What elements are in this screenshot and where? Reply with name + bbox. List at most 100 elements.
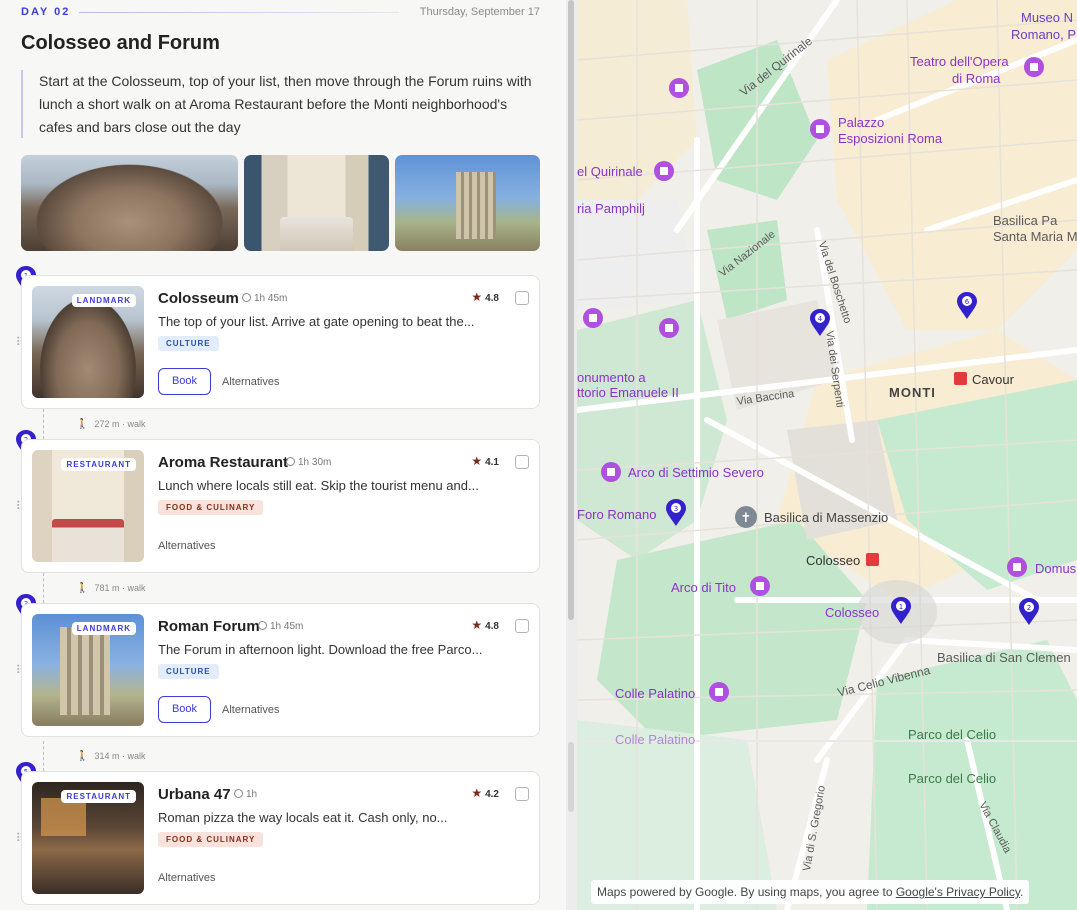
scrollbar-thumb[interactable] <box>568 0 574 620</box>
photo-forum[interactable] <box>395 155 540 251</box>
svg-text:3: 3 <box>674 505 678 513</box>
walk-segment: 🚶 314 m · walk <box>43 741 243 771</box>
metro-label: Cavour <box>972 372 1014 387</box>
map-label: Foro Romano <box>577 507 657 522</box>
map-label: Teatro dell'Opera <box>910 54 1009 69</box>
stop-badge: FOOD & CULINARY <box>158 832 264 847</box>
alternatives-link[interactable]: Alternatives <box>222 704 279 716</box>
walking-person-icon: 🚶 <box>76 583 89 594</box>
stop-card[interactable]: RESTAURANT Urbana 47 1h ★ 4.2 Roman pizza… <box>21 771 540 905</box>
clock-icon <box>286 457 295 466</box>
stop-title[interactable]: Urbana 47 <box>158 786 231 803</box>
stop-checkbox[interactable] <box>515 619 529 633</box>
walk-mode: walk <box>127 419 146 429</box>
stop-title[interactable]: Aroma Restaurant <box>158 454 288 471</box>
book-button[interactable]: Book <box>158 696 211 723</box>
stop-badge: FOOD & CULINARY <box>158 500 264 515</box>
panel-scrollbar[interactable] <box>566 0 577 910</box>
stop-thumbnail: RESTAURANT <box>32 782 144 894</box>
stop-rating: ★ 4.2 <box>471 786 499 800</box>
walking-person-icon: 🚶 <box>76 419 89 430</box>
day-date: Thursday, September 17 <box>419 6 540 18</box>
stop-duration: 1h <box>234 789 257 800</box>
map-marker-pin[interactable]: 2 <box>1018 598 1040 626</box>
stop-title[interactable]: Colosseum <box>158 290 239 307</box>
privacy-policy-link[interactable]: Google's Privacy Policy <box>896 885 1020 899</box>
stop-checkbox[interactable] <box>515 291 529 305</box>
star-icon: ★ <box>471 786 483 800</box>
category-tag: RESTAURANT <box>61 790 136 803</box>
clock-icon <box>242 293 251 302</box>
map-attribution: Maps powered by Google. By using maps, y… <box>591 880 1030 904</box>
day-photo-strip <box>21 155 540 251</box>
clock-icon <box>258 621 267 630</box>
star-icon: ★ <box>471 290 483 304</box>
map-label: Museo N <box>1021 10 1074 25</box>
stop-description: The Forum in afternoon light. Download t… <box>158 642 483 657</box>
svg-text:✝: ✝ <box>741 511 752 526</box>
map-marker-pin[interactable]: 4 <box>809 309 831 337</box>
svg-text:1: 1 <box>899 603 903 611</box>
scrollbar-thumb[interactable] <box>568 742 574 812</box>
star-icon: ★ <box>471 454 483 468</box>
map-label: Arco di Tito <box>671 580 737 595</box>
day-header: DAY 02 Thursday, September 17 <box>21 6 540 20</box>
walk-distance: 314 m <box>94 751 120 761</box>
stop-rating: ★ 4.8 <box>471 290 499 304</box>
map-label: Parco del Celio <box>908 727 997 742</box>
stop-checkbox[interactable] <box>515 787 529 801</box>
stop-card[interactable]: LANDMARK Roman Forum 1h 45m ★ 4.8 The For… <box>21 603 540 737</box>
photo-colosseum[interactable] <box>21 155 238 251</box>
map-label: Basilica Pa <box>993 213 1058 228</box>
stop-title[interactable]: Roman Forum <box>158 618 260 635</box>
stop-card[interactable]: LANDMARK Colosseum 1h 45m ★ 4.8 The top o… <box>21 275 540 409</box>
walk-segment: 🚶 781 m · walk <box>43 573 243 603</box>
map-label: Basilica di Massenzio <box>764 510 889 525</box>
alternatives-link[interactable]: Alternatives <box>158 540 215 552</box>
route-connector <box>43 741 44 771</box>
svg-text:6: 6 <box>965 298 970 306</box>
walk-mode: walk <box>127 751 146 761</box>
day-intro: Start at the Colosseum, top of your list… <box>21 70 540 138</box>
stop-thumbnail: LANDMARK <box>32 286 144 398</box>
stop-thumbnail: LANDMARK <box>32 614 144 726</box>
map-label: Palazzo <box>838 115 885 130</box>
photo-restaurant[interactable] <box>244 155 389 251</box>
attribution-text: Maps powered by Google. By using maps, y… <box>597 885 893 899</box>
svg-text:4: 4 <box>818 315 823 323</box>
stop-rating: ★ 4.1 <box>471 454 499 468</box>
alternatives-link[interactable]: Alternatives <box>158 872 215 884</box>
day-divider <box>79 12 399 13</box>
stop-thumbnail: RESTAURANT <box>32 450 144 562</box>
itinerary-app: DAY 02 Thursday, September 17 Colosseo a… <box>0 0 1077 910</box>
route-connector <box>43 573 44 603</box>
map-label: onumento a <box>577 370 646 385</box>
map-label: Colle Palatino <box>615 686 696 701</box>
map-marker-pin[interactable]: 1 <box>890 597 912 625</box>
book-button[interactable]: Book <box>158 368 211 395</box>
category-tag: RESTAURANT <box>61 458 136 471</box>
map-label: Esposizioni Roma <box>838 131 943 146</box>
stop-card[interactable]: RESTAURANT Aroma Restaurant 1h 30m ★ 4.1 … <box>21 439 540 573</box>
map-label: di Roma <box>952 71 1001 86</box>
map-marker-pin[interactable]: 3 <box>665 499 687 527</box>
map-label: ria Pamphilj <box>577 201 645 216</box>
stop-checkbox[interactable] <box>515 455 529 469</box>
neighborhood-label: MONTI <box>889 385 936 400</box>
map-view[interactable]: ✝ Museo N Romano, P Teatro dell'Opera di… <box>577 0 1077 910</box>
walk-distance: 781 m <box>94 583 120 593</box>
stop-badge: CULTURE <box>158 664 219 679</box>
alternatives-link[interactable]: Alternatives <box>222 376 279 388</box>
stop-duration: 1h 30m <box>286 457 331 468</box>
walk-mode: walk <box>127 583 146 593</box>
clock-icon <box>234 789 243 798</box>
map-label: ttorio Emanuele II <box>577 385 679 400</box>
walking-person-icon: 🚶 <box>76 751 89 762</box>
walk-distance: 272 m <box>94 419 120 429</box>
category-tag: LANDMARK <box>71 622 136 635</box>
svg-text:2: 2 <box>1027 604 1031 612</box>
route-connector <box>43 409 44 439</box>
stop-rating: ★ 4.8 <box>471 618 499 632</box>
map-marker-pin[interactable]: 6 <box>956 292 978 320</box>
map-label: Colle Palatino <box>615 732 696 747</box>
